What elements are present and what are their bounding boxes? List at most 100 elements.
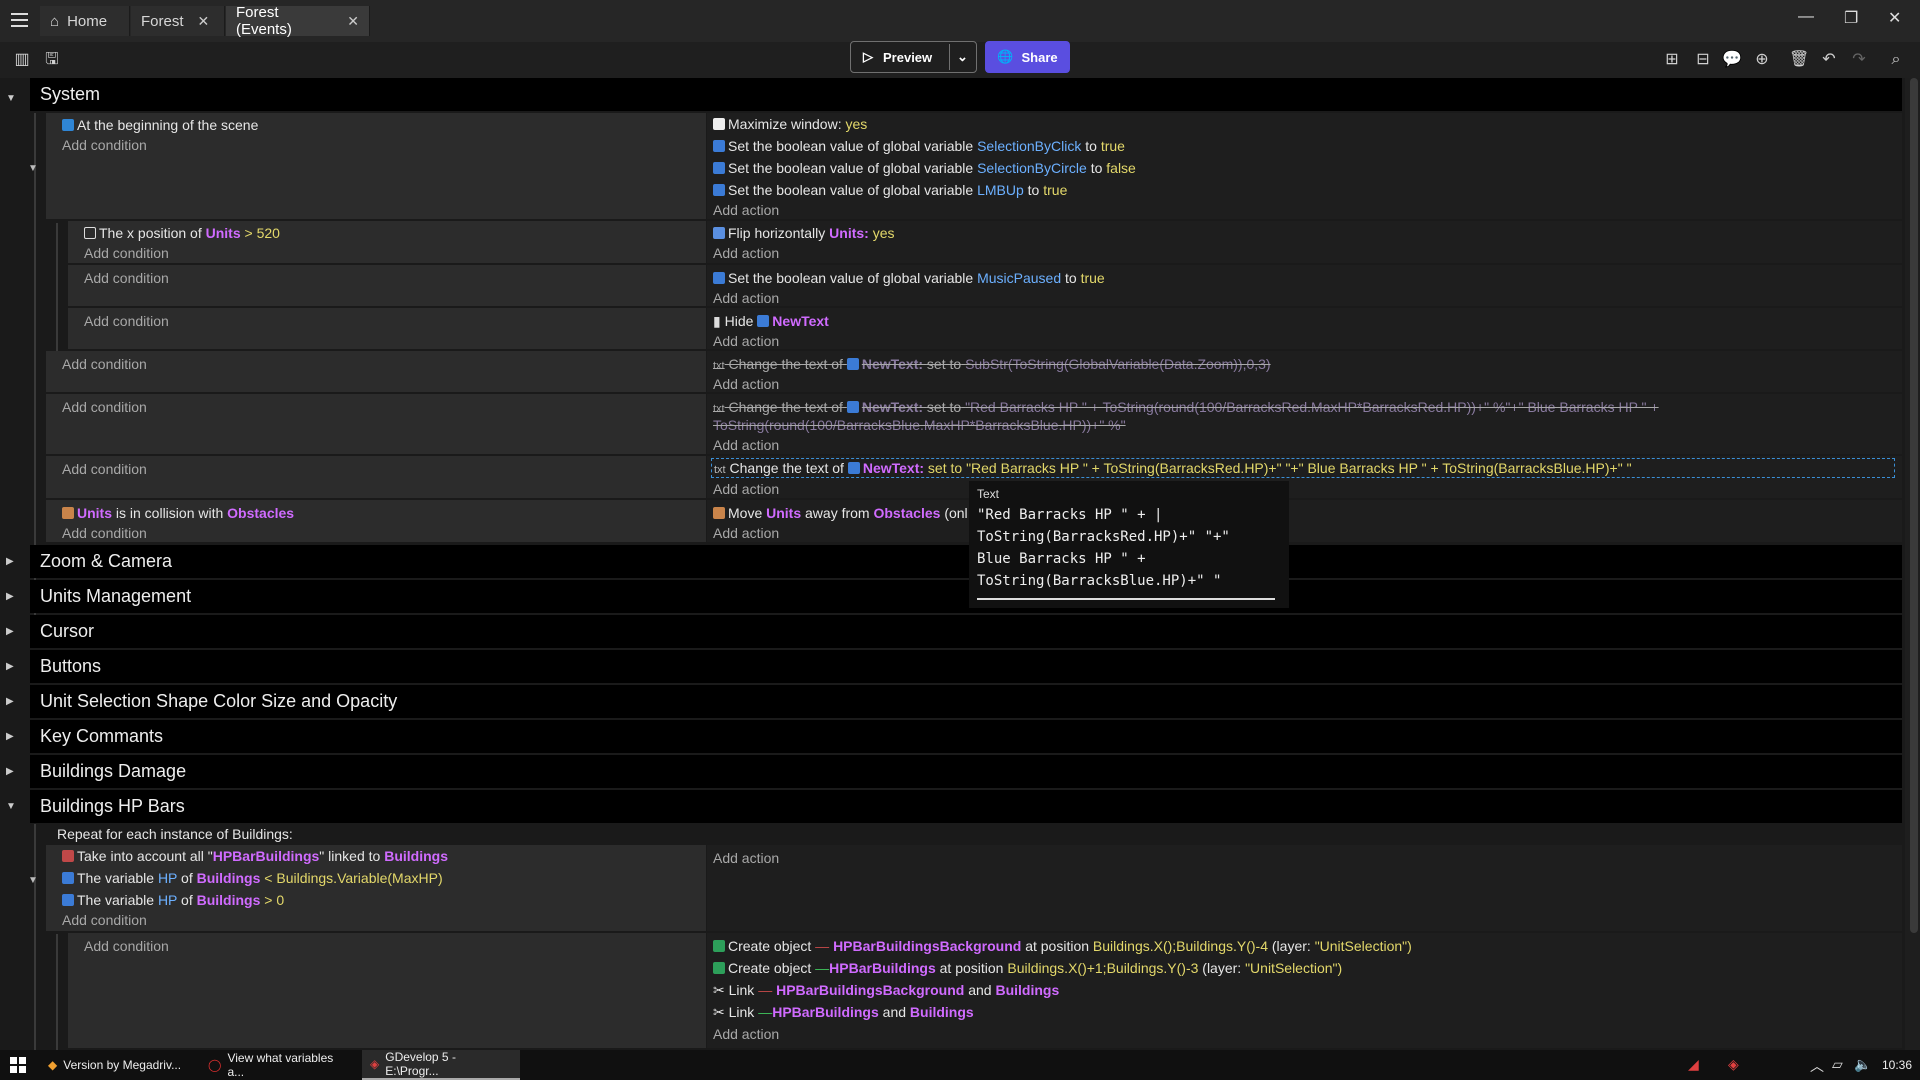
condition-collision[interactable]: Units is in collision with Obstacles [62, 505, 294, 521]
event-conditions[interactable]: Take into account all "HPBarBuildings" l… [46, 845, 706, 933]
add-condition-link[interactable]: Add condition [62, 399, 147, 415]
add-action-link[interactable]: Add action [713, 1026, 779, 1042]
restore-icon[interactable]: ❐ [1844, 8, 1858, 28]
windows-start-icon[interactable] [10, 1057, 26, 1073]
action-link[interactable]: ✂ Link —HPBarBuildings and Buildings [713, 1004, 974, 1021]
add-action-link[interactable]: Add action [713, 333, 779, 349]
event-conditions[interactable]: Add condition [46, 394, 706, 456]
event-actions[interactable]: Move Units away from Obstacles (onl Add … [707, 500, 1902, 544]
add-subevent-icon[interactable]: ⊟ [1693, 50, 1713, 70]
chevron-right-icon[interactable]: ▶ [6, 731, 14, 742]
group-key-commands[interactable]: Key Commants [30, 720, 1902, 753]
popup-text-value[interactable]: "Red Barracks HP " + | ToString(Barracks… [977, 504, 1281, 592]
event-conditions[interactable]: Add condition [68, 308, 706, 351]
close-window-icon[interactable]: ✕ [1888, 8, 1901, 28]
add-icon[interactable]: ⊕ [1752, 50, 1772, 70]
text-parameter-popup[interactable]: Text "Red Barracks HP " + | ToString(Bar… [969, 481, 1289, 608]
group-buildings-hp-bars[interactable]: Buildings HP Bars [30, 790, 1902, 823]
minimize-icon[interactable]: — [1798, 8, 1814, 26]
condition-variable-hp-less[interactable]: The variable HP of Buildings < Buildings… [62, 870, 443, 886]
action-set-boolean[interactable]: Set the boolean value of global variable… [713, 270, 1105, 286]
redo-icon[interactable]: ↷ [1849, 50, 1869, 70]
event-conditions[interactable]: Add condition [68, 265, 706, 308]
group-unit-selection[interactable]: Unit Selection Shape Color Size and Opac… [30, 685, 1902, 718]
action-change-text-disabled[interactable]: txt Change the text of NewText: set to S… [713, 356, 1271, 372]
event-conditions[interactable]: Add condition [46, 456, 706, 500]
volume-icon[interactable]: 🔈 [1854, 1056, 1871, 1073]
tray-app-icon[interactable]: ◢ [1688, 1056, 1699, 1073]
action-move-away[interactable]: Move Units away from Obstacles (onl [713, 505, 968, 521]
event-actions[interactable]: txt Change the text of NewText: set to S… [707, 351, 1902, 394]
taskbar-item[interactable]: ◯ View what variables a... [200, 1050, 358, 1080]
add-action-link[interactable]: Add action [713, 525, 779, 541]
event-conditions[interactable]: Add condition [46, 351, 706, 394]
add-action-link[interactable]: Add action [713, 376, 779, 392]
event-conditions[interactable]: The x position of Units > 520 Add condit… [68, 221, 706, 265]
close-icon[interactable]: ✕ [347, 13, 359, 30]
add-action-link[interactable]: Add action [713, 202, 779, 218]
condition-beginning[interactable]: At the beginning of the scene [62, 117, 258, 133]
tab-home[interactable]: ⌂ Home [40, 6, 130, 36]
condition-linked-objects[interactable]: Take into account all "HPBarBuildings" l… [62, 848, 448, 864]
event-actions[interactable]: Maximize window: yes Set the boolean val… [707, 113, 1902, 221]
preview-button[interactable]: ▷ Preview ⌄ [850, 41, 977, 73]
share-button[interactable]: 🌐 Share [985, 41, 1070, 73]
add-condition-link[interactable]: Add condition [62, 461, 147, 477]
repeat-header[interactable]: Repeat for each instance of Buildings: [57, 826, 293, 842]
save-icon[interactable]: 🖫 [42, 50, 62, 70]
delete-icon[interactable]: 🗑 [1789, 50, 1809, 70]
add-condition-link[interactable]: Add condition [84, 938, 169, 954]
condition-x-position[interactable]: The x position of Units > 520 [84, 225, 280, 241]
condition-variable-hp-greater[interactable]: The variable HP of Buildings > 0 [62, 892, 284, 908]
event-actions[interactable]: txt Change the text of NewText: set to "… [707, 394, 1902, 456]
add-action-link[interactable]: Add action [713, 481, 779, 497]
tab-forest[interactable]: Forest ✕ [131, 6, 225, 36]
chevron-down-icon[interactable]: ⌄ [957, 49, 968, 65]
action-maximize-window[interactable]: Maximize window: yes [713, 116, 867, 132]
add-condition-link[interactable]: Add condition [62, 137, 147, 153]
group-buildings-damage[interactable]: Buildings Damage [30, 755, 1902, 788]
add-action-link[interactable]: Add action [713, 245, 779, 261]
undo-icon[interactable]: ↶ [1819, 50, 1839, 70]
add-condition-link[interactable]: Add condition [62, 356, 147, 372]
group-zoom-camera[interactable]: Zoom & Camera [30, 545, 1902, 578]
event-actions[interactable]: Set the boolean value of global variable… [707, 265, 1902, 308]
action-flip[interactable]: Flip horizontally Units: yes [713, 225, 895, 241]
chevron-up-icon[interactable]: ︿ [1810, 1056, 1824, 1076]
add-comment-icon[interactable]: 💬 [1722, 50, 1742, 70]
event-actions[interactable]: ▮ Hide NewText Add action [707, 308, 1902, 351]
add-condition-link[interactable]: Add condition [84, 313, 169, 329]
chevron-right-icon[interactable]: ▶ [6, 626, 14, 637]
event-conditions[interactable]: At the beginning of the scene Add condit… [46, 113, 706, 221]
action-link[interactable]: ✂ Link — HPBarBuildingsBackground and Bu… [713, 982, 1059, 999]
event-conditions[interactable]: Units is in collision with Obstacles Add… [46, 500, 706, 544]
group-cursor[interactable]: Cursor [30, 615, 1902, 648]
action-change-text-disabled[interactable]: txt Change the text of NewText: set to "… [713, 399, 1659, 415]
tab-forest-events[interactable]: Forest (Events) ✕ [226, 4, 370, 38]
event-actions[interactable]: Flip horizontally Units: yes Add action [707, 221, 1902, 265]
chevron-right-icon[interactable]: ▶ [6, 661, 14, 672]
hamburger-menu-icon[interactable] [10, 10, 30, 30]
action-set-boolean[interactable]: Set the boolean value of global variable… [713, 138, 1125, 154]
taskbar-item-active[interactable]: ◈ GDevelop 5 - E:\Progr... [362, 1050, 520, 1080]
group-buttons[interactable]: Buttons [30, 650, 1902, 683]
add-action-link[interactable]: Add action [713, 850, 779, 866]
action-change-text-selected[interactable]: txt Change the text of NewText: set to "… [711, 458, 1895, 478]
action-set-boolean[interactable]: Set the boolean value of global variable… [713, 182, 1067, 198]
group-system[interactable]: System [30, 78, 1902, 111]
add-condition-link[interactable]: Add condition [62, 525, 147, 541]
tray-gdevelop-icon[interactable]: ◈ [1728, 1056, 1739, 1073]
event-actions[interactable]: txt Change the text of NewText: set to "… [707, 456, 1902, 500]
add-condition-link[interactable]: Add condition [62, 912, 147, 928]
search-icon[interactable]: ⌕ [1886, 50, 1906, 70]
chevron-down-icon[interactable]: ▼ [6, 801, 16, 812]
close-icon[interactable]: ✕ [198, 13, 210, 30]
panels-layout-icon[interactable]: ▥ [12, 50, 32, 70]
chevron-down-icon[interactable]: ▼ [28, 163, 38, 174]
chevron-down-icon[interactable]: ▼ [28, 875, 38, 886]
add-condition-link[interactable]: Add condition [84, 245, 169, 261]
action-hide[interactable]: ▮ Hide NewText [713, 313, 829, 330]
event-conditions[interactable]: Add condition [68, 933, 706, 1050]
event-actions[interactable]: Create object — HPBarBuildingsBackground… [707, 933, 1902, 1050]
add-event-icon[interactable]: ⊞ [1662, 50, 1682, 70]
